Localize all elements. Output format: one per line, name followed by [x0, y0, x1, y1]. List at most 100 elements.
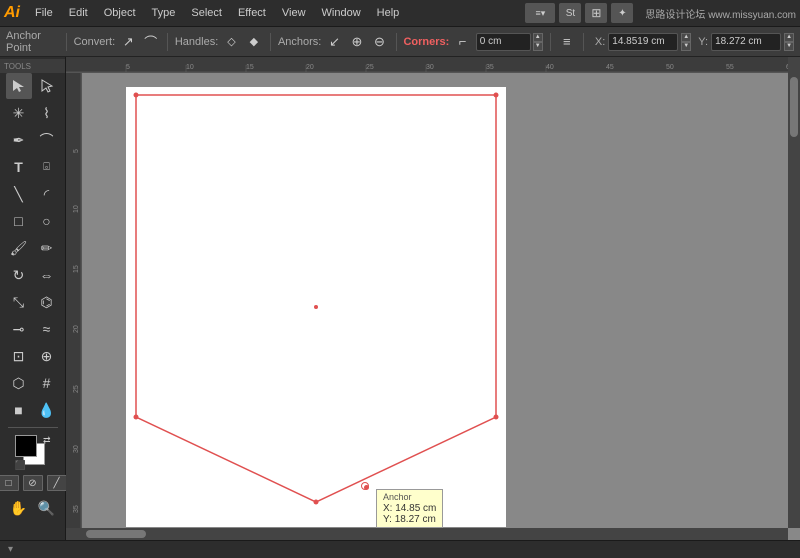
context-toolbar: Anchor Point Convert: ↗ ⌒ Handles: ◇ ◆ A…: [0, 27, 800, 57]
menu-file[interactable]: File: [28, 5, 60, 21]
tool-row-2: ✳ ⌇: [0, 100, 65, 126]
sep3: [270, 33, 271, 51]
tool-row-5: ╲ ◜: [0, 181, 65, 207]
grid-icon[interactable]: ⊞: [585, 3, 607, 23]
line-tool[interactable]: ╲: [6, 181, 32, 207]
tool-row-3: ✒ ⌒: [0, 127, 65, 153]
corners-icon[interactable]: ⌐: [453, 31, 471, 53]
x-spinbox[interactable]: ▲ ▼: [681, 33, 691, 51]
eyedropper-tool[interactable]: 💧: [34, 397, 60, 423]
hand-tool[interactable]: ✋: [6, 495, 32, 521]
free-transform-tool[interactable]: ⊡: [6, 343, 32, 369]
svg-text:10: 10: [73, 205, 80, 213]
essentials-icon[interactable]: ≡▾: [525, 3, 555, 23]
type-vertical-tool[interactable]: ⌻: [34, 154, 60, 180]
svg-text:25: 25: [366, 64, 374, 71]
h-scroll-thumb[interactable]: [86, 530, 146, 538]
menu-type[interactable]: Type: [145, 5, 183, 21]
svg-text:35: 35: [486, 64, 494, 71]
warp-tool[interactable]: ≈: [34, 316, 60, 342]
y-up[interactable]: ▲: [784, 33, 794, 42]
direct-selection-tool[interactable]: [34, 73, 60, 99]
svg-text:40: 40: [546, 64, 554, 71]
anchors-btn2[interactable]: ⊕: [348, 31, 366, 53]
svg-text:5: 5: [126, 64, 130, 71]
shear-tool[interactable]: ⌬: [34, 289, 60, 315]
menu-help[interactable]: Help: [370, 5, 407, 21]
target-icon[interactable]: ✦: [611, 3, 633, 23]
y-spinbox[interactable]: ▲ ▼: [784, 33, 794, 51]
tool-row-1: [0, 73, 65, 99]
zoom-tool[interactable]: 🔍: [34, 495, 60, 521]
type-tool[interactable]: T: [6, 154, 32, 180]
fill-stroke-row: □ ⊘ ╱: [0, 475, 67, 491]
reflect-tool[interactable]: ⇔: [34, 262, 60, 288]
lasso-tool[interactable]: ⌇: [34, 100, 60, 126]
sep4: [396, 33, 397, 51]
st-icon[interactable]: St: [559, 3, 581, 23]
x-down[interactable]: ▼: [681, 42, 691, 51]
stroke-btn[interactable]: ⊘: [23, 475, 43, 491]
svg-text:15: 15: [73, 265, 80, 273]
menu-object[interactable]: Object: [97, 5, 143, 21]
y-value: 18.272 cm: [711, 33, 781, 51]
none-btn[interactable]: ╱: [47, 475, 67, 491]
anchors-btn3[interactable]: ⊖: [370, 31, 388, 53]
tool-panel: TOOLS ✳ ⌇ ✒ ⌒ T ⌻ ╲ ◜ □ ○: [0, 57, 66, 540]
v-scroll-thumb[interactable]: [790, 77, 798, 137]
handles-label: Handles:: [175, 36, 218, 48]
x-up[interactable]: ▲: [681, 33, 691, 42]
gradient-tool[interactable]: ■: [6, 397, 32, 423]
corners-input-group: ▲ ▼: [476, 33, 543, 51]
menu-edit[interactable]: Edit: [62, 5, 95, 21]
rect-tool[interactable]: □: [6, 208, 32, 234]
arc-tool[interactable]: ◜: [34, 181, 60, 207]
vertical-scrollbar[interactable]: [788, 57, 800, 528]
selection-tool[interactable]: [6, 73, 32, 99]
color-boxes[interactable]: ⇄ ⬛: [15, 435, 51, 471]
swap-colors-icon[interactable]: ⇄: [43, 435, 51, 446]
perspective-tool[interactable]: ⬡: [6, 370, 32, 396]
scale-tool[interactable]: ⤡: [6, 289, 32, 315]
corners-input[interactable]: [476, 33, 531, 51]
fill-btn[interactable]: □: [0, 475, 19, 491]
app-logo: Ai: [4, 4, 20, 22]
shape-svg: [126, 87, 506, 527]
foreground-color[interactable]: [15, 435, 37, 457]
ellipse-tool[interactable]: ○: [34, 208, 60, 234]
convert-btn1[interactable]: ↗: [119, 31, 137, 53]
svg-text:55: 55: [726, 64, 734, 71]
handles-btn1[interactable]: ◇: [222, 31, 240, 53]
pencil-tool[interactable]: ✏: [34, 235, 60, 261]
handles-btn2[interactable]: ◆: [245, 31, 263, 53]
more-options-btn[interactable]: ≡: [558, 31, 576, 53]
svg-text:50: 50: [666, 64, 674, 71]
menu-select[interactable]: Select: [184, 5, 229, 21]
menu-view[interactable]: View: [275, 5, 313, 21]
pen-tool[interactable]: ✒: [6, 127, 32, 153]
shape-builder-tool[interactable]: ⊕: [34, 343, 60, 369]
y-down[interactable]: ▼: [784, 42, 794, 51]
sep1: [66, 33, 67, 51]
status-bar: ▾: [0, 540, 800, 558]
paintbrush-tool[interactable]: 🖌: [6, 235, 32, 261]
reset-colors-icon[interactable]: ⬛: [15, 460, 26, 471]
menu-window[interactable]: Window: [315, 5, 368, 21]
menu-effect[interactable]: Effect: [231, 5, 273, 21]
canvas-area[interactable]: 5 10 15 20 25 30 35 40 45 50 55 60: [66, 57, 800, 540]
corners-spinbox[interactable]: ▲ ▼: [533, 33, 543, 51]
color-area: ⇄ ⬛ □ ⊘ ╱: [0, 435, 65, 491]
rotate-tool[interactable]: ↻: [6, 262, 32, 288]
magic-wand-tool[interactable]: ✳: [6, 100, 32, 126]
tool-row-8: ↻ ⇔: [0, 262, 65, 288]
convert-btn2[interactable]: ⌒: [142, 31, 160, 53]
corners-down[interactable]: ▼: [533, 42, 543, 51]
tool-row-12: ⬡ #: [0, 370, 65, 396]
curvature-tool[interactable]: ⌒: [34, 127, 60, 153]
mesh-tool[interactable]: #: [34, 370, 60, 396]
anchor-dot: [364, 485, 369, 490]
anchors-btn1[interactable]: ↙: [325, 31, 343, 53]
corners-up[interactable]: ▲: [533, 33, 543, 42]
width-tool[interactable]: ⊸: [6, 316, 32, 342]
horizontal-scrollbar[interactable]: [66, 528, 788, 540]
